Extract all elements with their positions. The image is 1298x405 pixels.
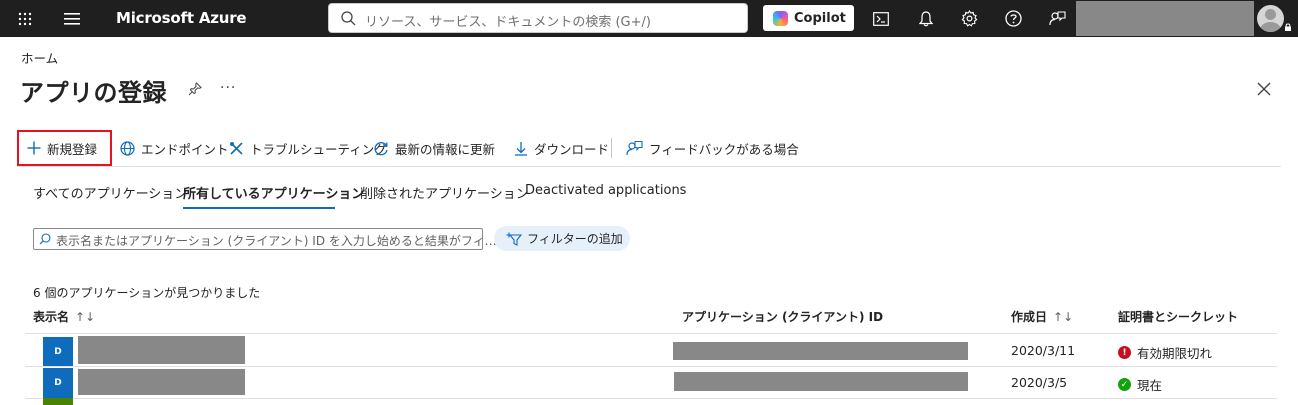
cloud-shell-icon[interactable] xyxy=(868,0,894,37)
new-registration-label: 新規登録 xyxy=(47,141,98,157)
search-icon xyxy=(341,11,356,26)
pin-icon[interactable] xyxy=(188,82,202,96)
download-icon xyxy=(515,141,527,156)
refresh-icon xyxy=(374,141,388,155)
row-divider xyxy=(25,398,1277,399)
copilot-icon xyxy=(773,10,788,26)
breadcrumb-home[interactable]: ホーム xyxy=(21,48,58,67)
sort-icon[interactable]: ↑↓ xyxy=(1053,310,1073,324)
app-badge: D xyxy=(43,337,73,367)
error-icon: ! xyxy=(1118,346,1131,359)
header-divider xyxy=(25,333,1277,334)
cert-status-label: 有効期限切れ xyxy=(1137,346,1213,361)
app-id-header-label: アプリケーション (クライアント) ID xyxy=(682,310,884,324)
feedback-button[interactable]: フィードバックがある場合 xyxy=(626,130,799,166)
endpoints-label: エンドポイント xyxy=(141,141,229,157)
created-date: 2020/3/5 xyxy=(1011,375,1068,390)
sort-icon[interactable]: ↑↓ xyxy=(75,310,95,324)
app-badge-partial xyxy=(43,398,73,405)
bell-icon[interactable] xyxy=(913,0,939,37)
command-bar: 新規登録 エンドポイント トラブルシューティング 最新の情報に更新 ダウンロード xyxy=(17,130,1281,166)
tab-all-applications[interactable]: すべてのアプリケーション xyxy=(33,183,187,202)
endpoints-button[interactable]: エンドポイント xyxy=(120,130,229,166)
check-icon: ✓ xyxy=(1118,378,1131,391)
created-date: 2020/3/11 xyxy=(1011,343,1076,358)
global-search-input[interactable]: リソース、サービス、ドキュメントの検索 (G+/) xyxy=(328,3,748,33)
new-registration-button[interactable]: 新規登録 xyxy=(17,130,112,166)
add-filter-button[interactable]: フィルターの追加 xyxy=(494,226,630,251)
filter-placeholder: 表示名またはアプリケーション (クライアント) ID を入力し始めると結果がフィ… xyxy=(56,234,497,248)
created-header-label: 作成日 xyxy=(1011,310,1048,324)
tab-owned-applications[interactable]: 所有しているアプリケーション xyxy=(183,183,364,202)
column-header-display-name[interactable]: 表示名 ↑↓ xyxy=(33,308,95,325)
certs-header-label: 証明書とシークレット xyxy=(1118,310,1239,324)
feedback-icon[interactable] xyxy=(1044,0,1070,37)
brand-title[interactable]: Microsoft Azure xyxy=(116,9,247,27)
column-header-certificates-secrets: 証明書とシークレット xyxy=(1118,308,1238,325)
copilot-button[interactable]: Copilot xyxy=(763,5,854,31)
app-badge: D xyxy=(43,368,73,398)
hamburger-icon[interactable] xyxy=(57,0,87,37)
filter-search-input[interactable]: 表示名またはアプリケーション (クライアント) ID を入力し始めると結果がフィ… xyxy=(33,228,497,250)
cert-status: ✓ 現在 xyxy=(1118,375,1162,394)
close-icon[interactable] xyxy=(1257,82,1271,96)
tab-deactivated-applications[interactable]: Deactivated applications xyxy=(525,183,686,198)
waffle-icon[interactable] xyxy=(10,0,40,37)
feedback-label: フィードバックがある場合 xyxy=(649,141,799,157)
column-header-created[interactable]: 作成日 ↑↓ xyxy=(1011,308,1073,325)
toolbar-divider xyxy=(611,138,612,158)
top-navigation-bar: Microsoft Azure リソース、サービス、ドキュメントの検索 (G+/… xyxy=(0,0,1298,37)
copilot-label: Copilot xyxy=(794,10,846,26)
app-id-redacted xyxy=(673,342,968,360)
gear-icon[interactable] xyxy=(956,0,982,37)
globe-icon xyxy=(120,140,135,156)
avatar[interactable] xyxy=(1257,5,1284,32)
toolbar-divider-line xyxy=(17,166,1281,167)
cert-status-label: 現在 xyxy=(1137,378,1163,393)
feedback-person-icon xyxy=(626,140,643,156)
search-icon xyxy=(39,233,51,245)
page-title: アプリの登録 xyxy=(20,79,167,107)
more-options-icon[interactable]: ··· xyxy=(220,80,236,96)
cert-status: ! 有効期限切れ xyxy=(1118,343,1212,362)
results-count: 6 個のアプリケーションが見つかりました xyxy=(33,286,261,300)
account-name-redacted[interactable] xyxy=(1076,1,1254,36)
tab-deleted-applications[interactable]: 削除されたアプリケーション xyxy=(360,183,529,202)
active-tab-indicator xyxy=(183,207,335,209)
search-placeholder: リソース、サービス、ドキュメントの検索 (G+/) xyxy=(365,15,651,30)
download-label: ダウンロード xyxy=(534,141,610,157)
app-id-redacted xyxy=(674,372,968,391)
row-divider xyxy=(25,366,1277,367)
troubleshooting-button[interactable]: トラブルシューティング xyxy=(229,130,387,166)
refresh-button[interactable]: 最新の情報に更新 xyxy=(374,130,495,166)
lock-icon xyxy=(1285,23,1291,31)
add-filter-label: フィルターの追加 xyxy=(527,232,623,246)
troubleshooting-label: トラブルシューティング xyxy=(250,141,387,157)
display-name-header-label: 表示名 xyxy=(33,310,70,324)
wrench-icon xyxy=(230,141,243,155)
app-name-redacted[interactable] xyxy=(78,369,245,395)
plus-icon xyxy=(27,141,41,155)
column-header-app-id: アプリケーション (クライアント) ID xyxy=(682,308,883,325)
app-name-redacted[interactable] xyxy=(78,336,245,364)
help-icon[interactable] xyxy=(1000,0,1026,37)
download-button[interactable]: ダウンロード xyxy=(514,130,609,166)
refresh-label: 最新の情報に更新 xyxy=(395,141,496,157)
add-filter-icon xyxy=(506,232,522,246)
